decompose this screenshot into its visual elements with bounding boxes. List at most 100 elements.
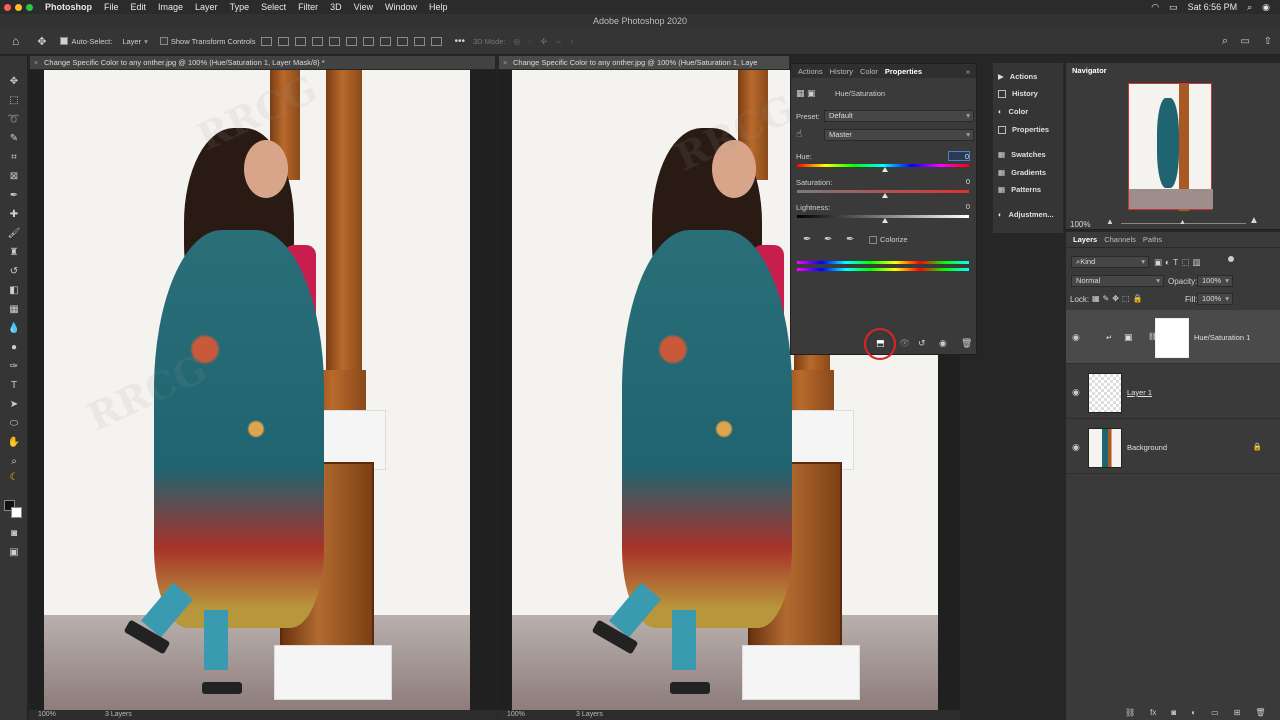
document-tab-2[interactable]: × Change Specific Color to any onther.jp… bbox=[499, 56, 789, 69]
menu-edit[interactable]: Edit bbox=[131, 2, 147, 12]
new-adjustment-icon[interactable]: ◐ bbox=[1191, 708, 1196, 717]
distribute-bottom-icon[interactable] bbox=[397, 36, 409, 46]
siri-icon[interactable]: ◉ bbox=[1262, 2, 1270, 13]
layer-mask-thumbnail[interactable] bbox=[1155, 318, 1189, 358]
3d-scale-icon[interactable]: ▫ bbox=[570, 37, 573, 46]
clone-stamp-tool-icon[interactable]: ♜ bbox=[6, 245, 22, 259]
document-canvas-1[interactable]: RRCG RRCG bbox=[29, 70, 497, 710]
eyedropper-icon[interactable]: ✒ bbox=[803, 234, 811, 245]
zoom-in-icon[interactable]: ▲ bbox=[1249, 215, 1259, 226]
brush-tool-icon[interactable]: 🖌 bbox=[6, 226, 22, 240]
zoom-tool-icon[interactable]: ⌕ bbox=[6, 454, 22, 468]
lock-icons[interactable]: ▦✎✥⬚🔒 bbox=[1092, 294, 1145, 303]
opacity-input[interactable]: 100% bbox=[1197, 275, 1233, 287]
screen-mode-icon[interactable]: ▣ bbox=[6, 545, 22, 559]
tab-properties[interactable]: Properties bbox=[885, 67, 922, 76]
dock-color[interactable]: ◐ Color bbox=[998, 107, 1028, 116]
align-vcenter-icon[interactable] bbox=[278, 36, 290, 46]
add-mask-icon[interactable]: ◙ bbox=[1171, 708, 1176, 717]
dock-gradients[interactable]: ▦ Gradients bbox=[998, 168, 1046, 177]
wifi-icon[interactable]: ◠ bbox=[1151, 2, 1159, 13]
navigator-zoom[interactable]: 100% bbox=[1070, 220, 1090, 229]
spotlight-icon[interactable]: ⌕ bbox=[1247, 2, 1252, 13]
menu-layer[interactable]: Layer bbox=[195, 2, 218, 12]
home-icon[interactable]: ⌂ bbox=[12, 34, 19, 48]
navigator-preview[interactable] bbox=[1128, 83, 1213, 211]
new-group-icon[interactable]: ▭ bbox=[1211, 708, 1219, 717]
3d-orbit-icon[interactable]: ◎ bbox=[514, 37, 521, 46]
quick-select-tool-icon[interactable]: ✎ bbox=[6, 131, 22, 145]
menu-file[interactable]: File bbox=[104, 2, 119, 12]
layer-row-layer1[interactable]: ◉ Layer 1 bbox=[1066, 365, 1280, 419]
filter-toggle-icon[interactable] bbox=[1228, 256, 1234, 262]
close-tab-icon[interactable]: × bbox=[34, 56, 38, 69]
dock-properties[interactable]: Properties bbox=[998, 125, 1049, 134]
share-icon[interactable]: ⇧ bbox=[1264, 36, 1272, 47]
menu-type[interactable]: Type bbox=[230, 2, 250, 12]
quick-mask-icon[interactable]: ◙ bbox=[6, 526, 22, 540]
eyedropper-plus-icon[interactable]: ✒ bbox=[824, 234, 832, 245]
eyedropper-tool-icon[interactable]: ✒ bbox=[6, 188, 22, 202]
layer-row-background[interactable]: ◉ Background 🔒 bbox=[1066, 420, 1280, 474]
layer-thumbnail[interactable] bbox=[1088, 373, 1122, 413]
crop-tool-icon[interactable]: ⌗ bbox=[6, 150, 22, 164]
collapse-panel-icon[interactable]: » bbox=[966, 67, 970, 76]
minimize-window-icon[interactable] bbox=[15, 3, 22, 11]
auto-select-dropdown[interactable]: Layer ▾ bbox=[122, 37, 148, 46]
new-layer-icon[interactable]: ⊞ bbox=[1234, 708, 1241, 717]
distribute-left-icon[interactable] bbox=[414, 36, 426, 46]
menu-3d[interactable]: 3D bbox=[330, 2, 342, 12]
tab-paths[interactable]: Paths bbox=[1143, 235, 1162, 244]
hue-input[interactable]: 0 bbox=[948, 151, 970, 161]
lightness-slider-handle[interactable] bbox=[882, 218, 888, 223]
zoom-level[interactable]: 100% bbox=[38, 710, 56, 720]
zoom-level[interactable]: 100% bbox=[507, 710, 525, 720]
healing-brush-tool-icon[interactable]: ✚ bbox=[6, 207, 22, 221]
close-window-icon[interactable] bbox=[4, 3, 11, 11]
align-right-icon[interactable] bbox=[346, 36, 358, 46]
background-color-swatch[interactable] bbox=[11, 507, 22, 518]
link-layers-icon[interactable]: ⛓ bbox=[1125, 708, 1135, 717]
colorize-checkbox[interactable] bbox=[869, 236, 877, 244]
blur-tool-icon[interactable]: 💧 bbox=[6, 321, 22, 335]
eyedropper-minus-icon[interactable]: ✒ bbox=[846, 234, 854, 245]
eye-icon[interactable]: ◉ bbox=[1072, 332, 1080, 343]
eye-icon[interactable]: ◉ bbox=[1072, 387, 1080, 398]
layer-filter-dropdown[interactable]: ⌕Kind bbox=[1071, 256, 1149, 268]
menu-app-name[interactable]: Photoshop bbox=[45, 2, 92, 12]
fx-icon[interactable]: fx bbox=[1150, 708, 1156, 717]
saturation-slider-handle[interactable] bbox=[882, 193, 888, 198]
close-tab-icon[interactable]: × bbox=[503, 56, 507, 69]
path-select-tool-icon[interactable]: ➤ bbox=[6, 397, 22, 411]
layer-name[interactable]: Layer 1 bbox=[1127, 388, 1152, 397]
tab-history[interactable]: History bbox=[830, 67, 853, 76]
layer-name[interactable]: Hue/Saturation 1 bbox=[1194, 333, 1250, 342]
tab-actions[interactable]: Actions bbox=[798, 67, 823, 76]
dock-adjustments[interactable]: ◐ Adjustmen... bbox=[998, 210, 1054, 219]
photo-original[interactable]: RRCG RRCG bbox=[44, 70, 470, 710]
move-tool-icon[interactable]: ✥ bbox=[6, 74, 22, 88]
align-hcenter-icon[interactable] bbox=[329, 36, 341, 46]
menu-window[interactable]: Window bbox=[385, 2, 417, 12]
auto-select-checkbox[interactable] bbox=[60, 37, 69, 45]
layer-name[interactable]: Background bbox=[1127, 443, 1167, 452]
navigator-slider-handle[interactable]: ▲ bbox=[1179, 219, 1186, 226]
tab-channels[interactable]: Channels bbox=[1104, 235, 1136, 244]
distribute-vcenter-icon[interactable] bbox=[380, 36, 392, 46]
dock-swatches[interactable]: ▦ Swatches bbox=[998, 150, 1046, 159]
tab-color[interactable]: Color bbox=[860, 67, 878, 76]
visibility-icon[interactable]: ◉ bbox=[939, 338, 947, 349]
dock-patterns[interactable]: ▦ Patterns bbox=[998, 185, 1041, 194]
fill-input[interactable]: 100% bbox=[1197, 293, 1233, 305]
layer-row-hue-saturation[interactable]: ◉ ↵ ▣ ⛓ Hue/Saturation 1 bbox=[1066, 310, 1280, 364]
eye-icon[interactable]: ◉ bbox=[1072, 442, 1080, 453]
dodge-tool-icon[interactable]: ● bbox=[6, 340, 22, 354]
dock-history[interactable]: History bbox=[998, 89, 1038, 98]
battery-icon[interactable]: ▭ bbox=[1169, 2, 1178, 13]
saturation-input[interactable]: 0 bbox=[948, 177, 970, 187]
blend-mode-dropdown[interactable]: Normal bbox=[1071, 275, 1164, 287]
channel-dropdown[interactable]: Master bbox=[824, 129, 974, 141]
align-bottom-icon[interactable] bbox=[295, 36, 307, 46]
3d-roll-icon[interactable]: ◌ bbox=[528, 37, 532, 46]
menu-filter[interactable]: Filter bbox=[298, 2, 318, 12]
